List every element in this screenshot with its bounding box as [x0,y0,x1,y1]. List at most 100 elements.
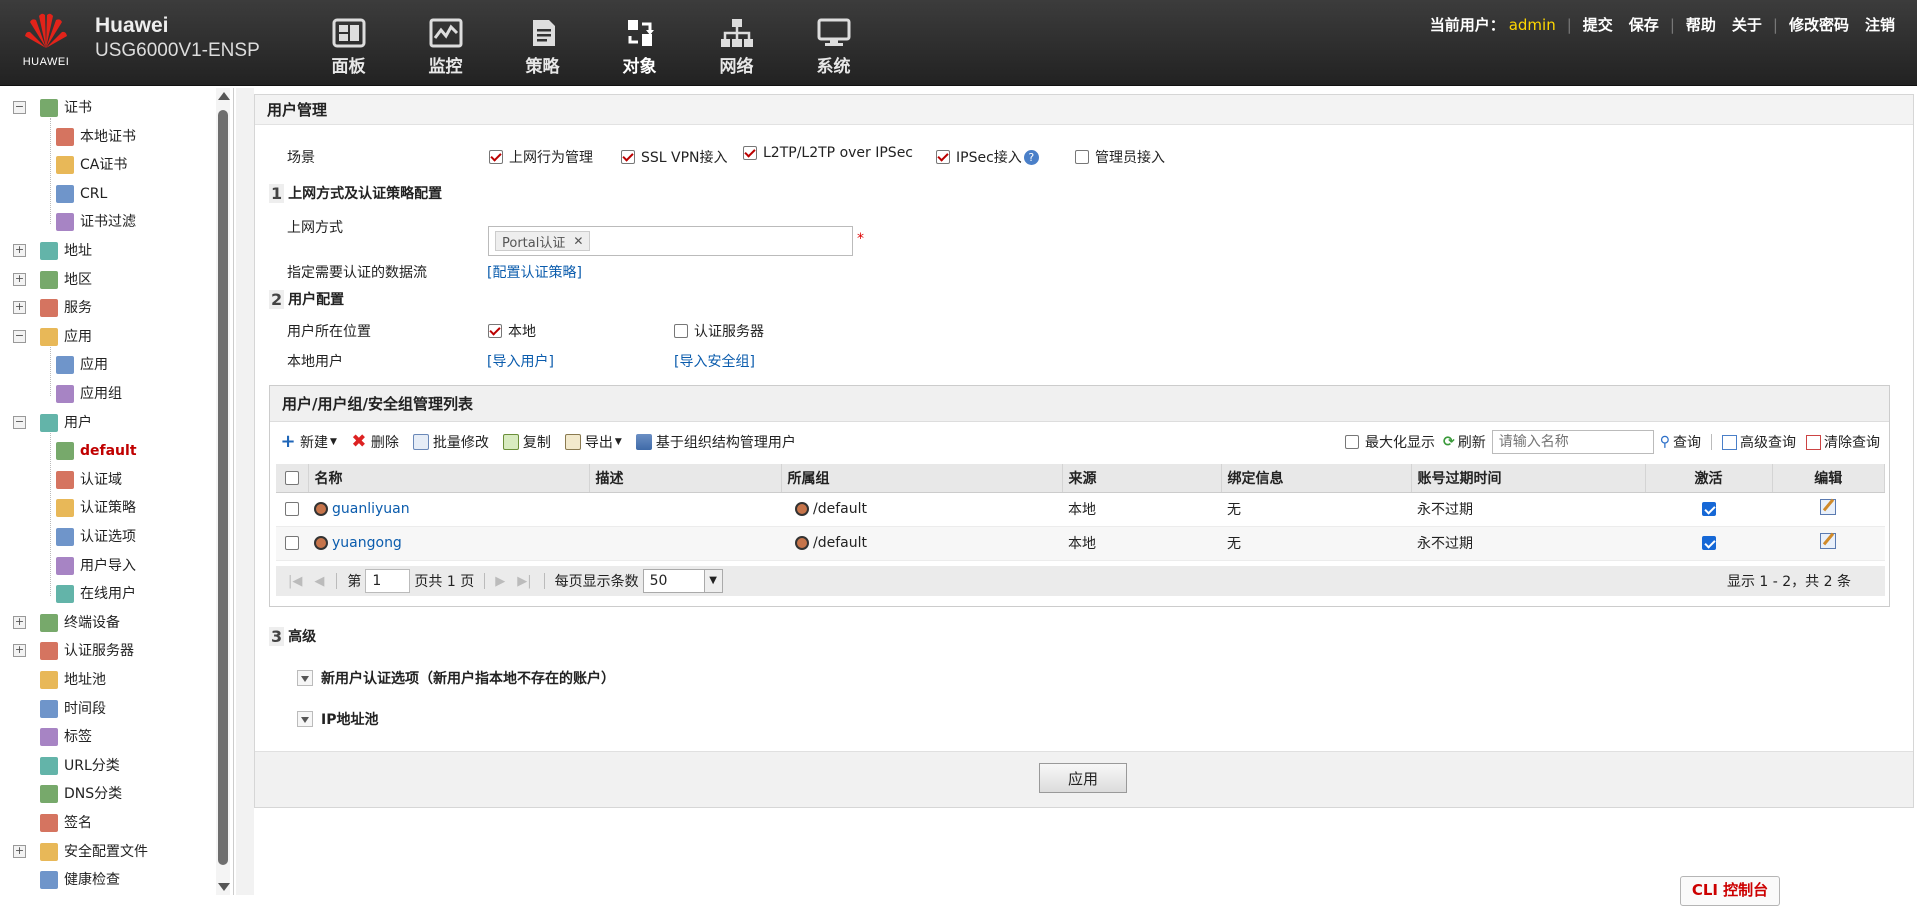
sidebar-item-26[interactable]: + 安全配置文件 [13,840,148,864]
prev-page-icon[interactable]: ◀ [314,574,324,589]
refresh-button[interactable]: 刷新 [1458,432,1486,452]
sidebar-item-17[interactable]: 在线用户 [56,582,136,606]
table-row[interactable]: yuangong/default 本地无永不过期 [276,526,1885,561]
column-group[interactable]: 所属组 [781,464,1063,493]
sidebar-item-23[interactable]: URL分类 [40,754,120,778]
user-name-link[interactable]: yuangong [332,535,402,551]
change-password-link[interactable]: 修改密码 [1781,14,1857,35]
checkbox-icon[interactable] [1075,150,1089,164]
edit-icon[interactable] [1820,532,1837,549]
checkbox-icon[interactable] [674,324,688,338]
expand-icon[interactable]: + [13,244,26,257]
expand-icon[interactable]: + [13,644,26,658]
export-button[interactable]: 导出 ▼ [564,432,622,452]
new-button[interactable]: + 新建 ▼ [280,432,336,452]
location-local-option[interactable]: 本地 [488,321,536,341]
expand-icon[interactable]: + [13,615,26,629]
expand-arrow-icon[interactable] [297,670,313,686]
sidebar-item-0[interactable]: − 证书 [13,96,92,120]
sidebar-item-11[interactable]: − 用户 [13,411,92,435]
user-name-link[interactable]: guanliyuan [332,501,410,517]
copy-button[interactable]: 复制 [502,432,551,452]
sidebar-item-3[interactable]: CRL [56,182,107,206]
sidebar-item-6[interactable]: + 地区 [13,268,92,292]
scroll-up-arrow-icon[interactable] [218,92,230,100]
clear-search-button[interactable]: 清除查询 [1824,432,1880,452]
help-icon[interactable]: ? [1023,149,1039,165]
nav-network[interactable]: 网络 [688,18,785,77]
sidebar-item-12[interactable]: default [56,439,137,463]
first-page-icon[interactable]: |◀ [288,574,302,589]
sidebar-item-24[interactable]: DNS分类 [40,782,122,806]
sidebar-item-16[interactable]: 用户导入 [56,554,136,578]
scene-option-l2tp[interactable]: L2TP/L2TP over IPSec [743,145,913,161]
row-checkbox[interactable] [285,502,299,516]
checkbox-icon[interactable] [488,324,502,338]
collapse-icon[interactable]: − [13,415,26,429]
sidebar-item-22[interactable]: 标签 [40,725,92,749]
clear-search-icon[interactable] [1806,434,1821,450]
per-page-select[interactable]: 50 ▼ [642,569,723,593]
cli-console-button[interactable]: CLI 控制台 [1680,876,1780,906]
column-expire[interactable]: 账号过期时间 [1411,464,1646,493]
expand-icon[interactable]: + [13,844,26,858]
row-checkbox[interactable] [285,536,299,550]
sidebar-item-18[interactable]: + 终端设备 [13,611,120,635]
collapse-icon[interactable]: − [13,329,26,343]
access-method-tag[interactable]: Portal认证 ✕ [495,231,591,251]
nav-system[interactable]: 系统 [785,18,882,77]
column-description[interactable]: 描述 [589,464,782,493]
nav-dashboard[interactable]: 面板 [300,18,397,77]
checkbox-icon[interactable] [743,146,757,160]
column-binding[interactable]: 绑定信息 [1221,464,1412,493]
submit-link[interactable]: 提交 [1575,14,1621,35]
ip-pool-expander[interactable]: IP地址池 [297,709,378,729]
sidebar-scrollbar[interactable] [216,88,230,895]
remove-tag-icon[interactable]: ✕ [573,234,583,248]
maximize-checkbox[interactable] [1345,435,1359,449]
nav-object[interactable]: 对象 [591,18,688,77]
sidebar-item-14[interactable]: 认证策略 [56,496,136,520]
advanced-search-icon[interactable] [1722,434,1737,450]
scrollbar-thumb[interactable] [218,110,228,865]
edit-icon[interactable] [1820,498,1837,515]
checkbox-icon[interactable] [621,150,635,164]
scene-option-ssl-vpn[interactable]: SSL VPN接入 [621,147,728,167]
help-link[interactable]: 帮助 [1678,14,1724,35]
apply-button[interactable]: 应用 [1039,763,1127,793]
sidebar-item-5[interactable]: + 地址 [13,239,92,263]
new-user-auth-option-expander[interactable]: 新用户认证选项（新用户指本地不存在的账户） [297,668,615,688]
collapse-icon[interactable]: − [13,101,26,114]
scene-option-ipsec[interactable]: IPSec接入? [936,147,1039,167]
scene-option-admin[interactable]: 管理员接入 [1075,147,1165,167]
batch-edit-button[interactable]: 批量修改 [412,432,489,452]
checkbox-icon[interactable] [936,150,950,164]
sidebar-item-9[interactable]: 应用 [56,353,108,377]
advanced-search-button[interactable]: 高级查询 [1740,432,1796,452]
delete-button[interactable]: ✖ 删除 [351,432,399,452]
chevron-down-icon[interactable]: ▼ [703,570,722,592]
import-security-groups-link[interactable]: [导入安全组] [674,351,755,371]
nav-monitor[interactable]: 监控 [397,18,494,77]
about-link[interactable]: 关于 [1724,14,1770,35]
column-source[interactable]: 来源 [1062,464,1222,493]
sidebar-item-25[interactable]: 签名 [40,811,92,835]
sidebar-item-8[interactable]: − 应用 [13,325,92,349]
sidebar-item-1[interactable]: 本地证书 [56,125,136,149]
nav-policy[interactable]: 策略 [494,18,591,77]
sidebar-item-2[interactable]: CA证书 [56,153,127,177]
sidebar-item-20[interactable]: 地址池 [40,668,106,692]
column-active[interactable]: 激活 [1645,464,1773,493]
sidebar-item-13[interactable]: 认证域 [56,468,122,492]
active-checkbox[interactable] [1701,502,1716,516]
org-structure-button[interactable]: 基于组织结构管理用户 [635,432,796,452]
checkbox-icon[interactable] [489,150,503,164]
sidebar-item-27[interactable]: 健康检查 [40,868,120,892]
splitter[interactable] [236,88,254,895]
active-checkbox[interactable] [1701,536,1716,550]
page-number-input[interactable]: 1 [365,569,411,593]
import-users-link[interactable]: [导入用户] [487,351,554,371]
config-auth-policy-link[interactable]: [配置认证策略] [487,262,582,282]
column-edit[interactable]: 编辑 [1772,464,1885,493]
search-input[interactable] [1491,430,1654,454]
